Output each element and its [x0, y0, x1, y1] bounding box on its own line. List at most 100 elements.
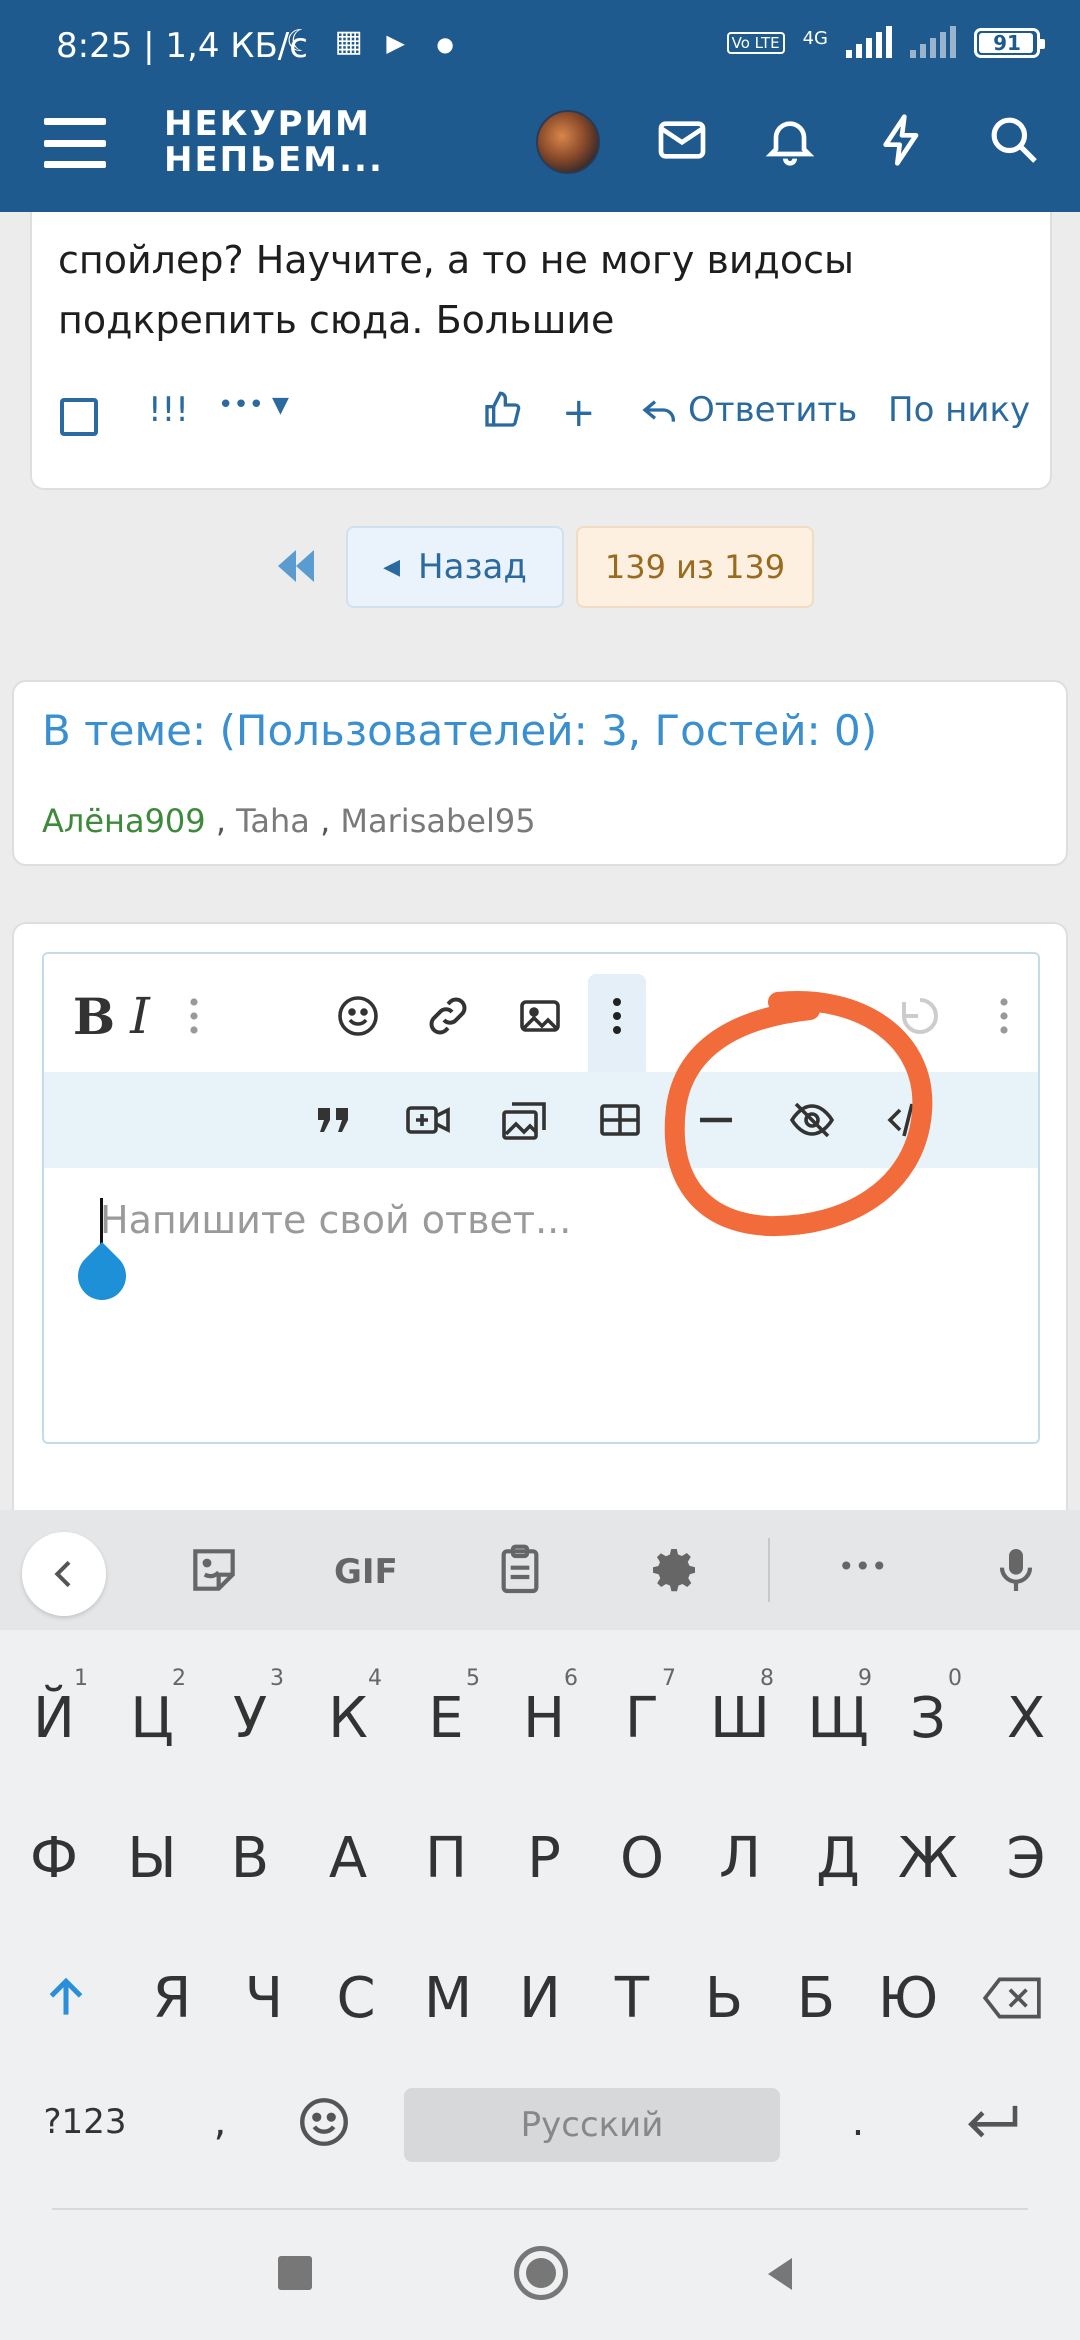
key[interactable]: Д: [790, 1798, 886, 1918]
sticker-icon[interactable]: [186, 1542, 242, 1598]
site-logo[interactable]: НЕКУРИМ НЕПЬЕМ...: [164, 106, 384, 178]
by-nick-button[interactable]: По нику: [888, 390, 1030, 430]
gallery-icon[interactable]: [494, 1094, 554, 1146]
key[interactable]: В: [202, 1798, 298, 1918]
space-key[interactable]: Русский: [404, 2088, 780, 2162]
user-avatar[interactable]: [536, 110, 600, 174]
key[interactable]: А: [300, 1798, 396, 1918]
insert-video-icon[interactable]: [398, 1094, 458, 1146]
emoji-key[interactable]: [276, 2062, 372, 2182]
online-user-link[interactable]: Taha: [236, 802, 310, 840]
key-hint: 5: [466, 1666, 480, 1691]
caret-handle[interactable]: [68, 1242, 136, 1310]
lightning-icon[interactable]: [874, 112, 930, 168]
key[interactable]: П: [398, 1798, 494, 1918]
table-icon[interactable]: [590, 1094, 650, 1146]
enter-key[interactable]: [944, 2062, 1040, 2182]
back-nav-icon[interactable]: [760, 2254, 800, 2298]
key-hint: 7: [662, 1666, 676, 1691]
numbers-key[interactable]: ?123: [20, 2062, 150, 2182]
post-actions: !!! ••• ▼ + Ответить По нику: [0, 390, 1080, 440]
caret-left-icon: ◀: [383, 554, 401, 580]
key[interactable]: Т: [584, 1938, 680, 2058]
bell-icon[interactable]: [762, 112, 818, 168]
toolbar-separator: [768, 1538, 770, 1602]
key[interactable]: Я: [124, 1938, 220, 2058]
key[interactable]: Й1: [6, 1658, 102, 1778]
online-title: В теме: (Пользователей: 3, Гостей: 0): [42, 706, 878, 755]
key[interactable]: Н6: [496, 1658, 592, 1778]
clipboard-icon[interactable]: [492, 1542, 548, 1598]
backspace-key[interactable]: [964, 1938, 1060, 2058]
exclaim-button[interactable]: !!!: [148, 390, 189, 430]
undo-icon[interactable]: [890, 990, 950, 1042]
key[interactable]: И: [492, 1938, 588, 2058]
key[interactable]: Х: [978, 1658, 1074, 1778]
chevron-left-icon[interactable]: [22, 1532, 106, 1616]
plus-button[interactable]: +: [562, 390, 596, 436]
key[interactable]: Ч: [216, 1938, 312, 2058]
signal-icon: [846, 26, 892, 58]
reply-button[interactable]: Ответить: [640, 390, 857, 430]
key[interactable]: О: [594, 1798, 690, 1918]
logo-line-1: НЕКУРИМ: [164, 104, 371, 144]
recent-apps-icon[interactable]: [278, 2256, 312, 2290]
gif-button[interactable]: GIF: [334, 1552, 398, 1592]
more-vertical-icon[interactable]: [164, 990, 224, 1042]
reply-input[interactable]: Напишите свой ответ...: [100, 1198, 571, 1242]
key[interactable]: Щ9: [790, 1658, 886, 1778]
emoji-icon: [300, 2098, 348, 2146]
italic-button[interactable]: I: [108, 984, 172, 1048]
settings-gear-icon[interactable]: [646, 1542, 702, 1598]
back-page-button[interactable]: ◀ Назад: [346, 526, 564, 608]
online-user-link[interactable]: Алёна909: [42, 802, 206, 840]
online-user-link[interactable]: Marisabel95: [340, 802, 535, 840]
microphone-icon[interactable]: [988, 1542, 1044, 1598]
key[interactable]: Э: [978, 1798, 1074, 1918]
user-separator: ,: [320, 802, 331, 840]
horizontal-rule-icon[interactable]: [686, 1094, 746, 1146]
page-indicator[interactable]: 139 из 139: [576, 526, 814, 608]
quote-icon[interactable]: [304, 1094, 364, 1146]
code-icon[interactable]: [878, 1094, 938, 1146]
period-key[interactable]: .: [810, 2062, 906, 2182]
link-icon[interactable]: [418, 990, 478, 1042]
menu-icon[interactable]: [44, 118, 106, 168]
key[interactable]: Л: [692, 1798, 788, 1918]
key[interactable]: У3: [202, 1658, 298, 1778]
key[interactable]: Ц2: [104, 1658, 200, 1778]
key[interactable]: М: [400, 1938, 496, 2058]
key[interactable]: Р: [496, 1798, 592, 1918]
more-vertical-active-icon[interactable]: [588, 990, 646, 1042]
more-horizontal-button[interactable]: •••: [838, 1550, 888, 1583]
key[interactable]: Ь: [676, 1938, 772, 2058]
home-icon[interactable]: [514, 2246, 568, 2300]
key-hint: 2: [172, 1666, 186, 1691]
key-letter: Й: [33, 1685, 75, 1751]
first-page-icon[interactable]: [272, 546, 320, 586]
more-vertical-right-icon[interactable]: [974, 990, 1034, 1042]
mail-icon[interactable]: [654, 112, 710, 168]
key-hint: 3: [270, 1666, 284, 1691]
spoiler-eye-off-icon[interactable]: [782, 1094, 842, 1146]
search-icon[interactable]: [986, 112, 1042, 168]
emoji-icon[interactable]: [328, 990, 388, 1042]
moon-icon: ☾: [286, 24, 313, 59]
key[interactable]: Е5: [398, 1658, 494, 1778]
key[interactable]: К4: [300, 1658, 396, 1778]
key[interactable]: С: [308, 1938, 404, 2058]
key[interactable]: З0: [880, 1658, 976, 1778]
like-button[interactable]: [482, 390, 522, 430]
key[interactable]: Ф: [6, 1798, 102, 1918]
more-menu-button[interactable]: ••• ▼: [218, 390, 289, 420]
key[interactable]: Ж: [880, 1798, 976, 1918]
key[interactable]: Ю: [860, 1938, 956, 2058]
key[interactable]: Ы: [104, 1798, 200, 1918]
key[interactable]: Ш8: [692, 1658, 788, 1778]
key[interactable]: Г7: [594, 1658, 690, 1778]
key[interactable]: Б: [768, 1938, 864, 2058]
more-dots: •••: [218, 390, 265, 420]
comma-key[interactable]: ,: [172, 2062, 268, 2182]
shift-key[interactable]: [18, 1938, 114, 2058]
image-icon[interactable]: [510, 990, 570, 1042]
